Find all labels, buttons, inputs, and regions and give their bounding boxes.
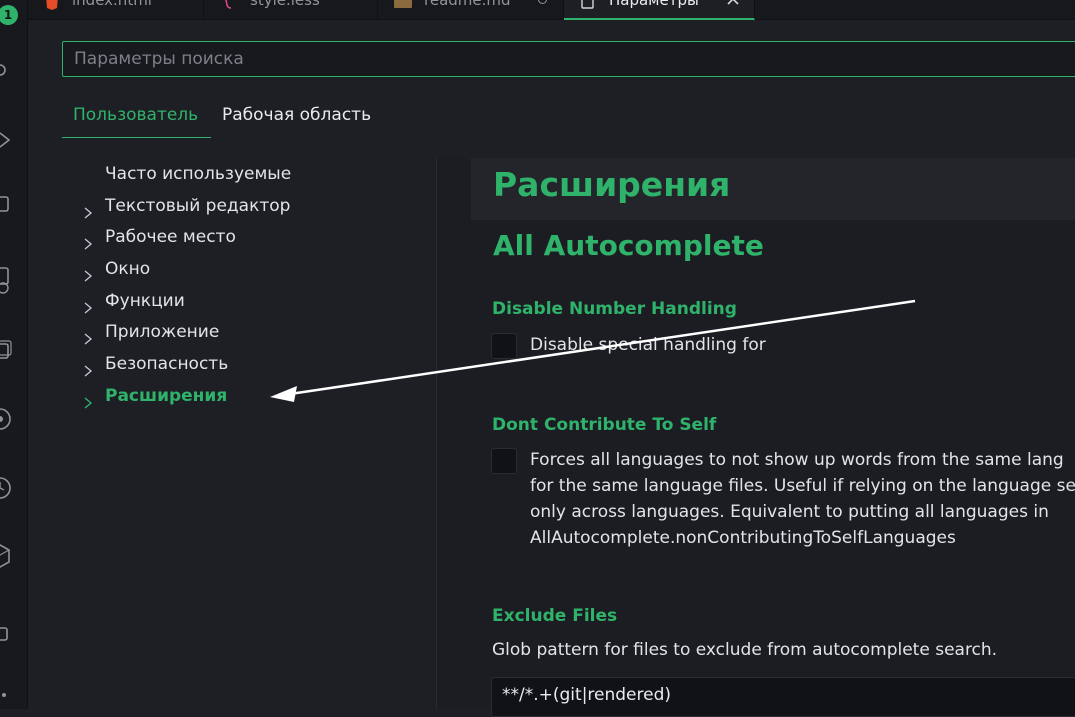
toc-item-security[interactable]: Безопасность xyxy=(80,350,410,378)
setting-title-exclude-files: Exclude Files xyxy=(492,606,618,626)
exclude-files-field xyxy=(491,677,1075,717)
setting-title-dont-contribute-to-self: Dont Contribute To Self xyxy=(492,415,717,435)
setting-description: Forces all languages to not show up word… xyxy=(530,450,1075,548)
editor-tab-bar: index.html style.less readme.md Параметр… xyxy=(28,0,1075,20)
search-settings-box xyxy=(62,41,1075,77)
close-icon[interactable] xyxy=(726,0,740,12)
chevron-right-icon xyxy=(83,390,93,409)
markdown-file-icon xyxy=(394,0,412,10)
toc-item-label: Безопасность xyxy=(105,354,229,374)
toc-item-label: Окно xyxy=(105,259,151,279)
timeline-icon[interactable] xyxy=(0,474,12,499)
dont-contribute-to-self-checkbox[interactable] xyxy=(491,448,517,474)
more-dot-icon[interactable] xyxy=(0,685,12,705)
toc-item-text-editor[interactable]: Текстовый редактор xyxy=(80,192,410,220)
activity-bar: 1 xyxy=(0,0,28,709)
tab-readme-md[interactable]: readme.md xyxy=(378,0,564,20)
chevron-right-icon xyxy=(83,358,93,377)
remote-explorer-icon[interactable] xyxy=(0,266,12,294)
tab-user[interactable]: Пользователь xyxy=(62,100,211,138)
package-icon[interactable] xyxy=(0,542,12,568)
settings-file-icon xyxy=(581,0,595,10)
toc-item-label: Функции xyxy=(105,291,185,311)
toc-item-workbench[interactable]: Рабочее место xyxy=(80,223,410,251)
chevron-right-icon xyxy=(83,295,93,314)
run-debug-icon[interactable] xyxy=(0,130,12,150)
less-file-icon xyxy=(220,0,234,10)
chevron-right-icon xyxy=(83,200,93,219)
chevron-right-icon xyxy=(83,231,93,250)
extensions-icon[interactable] xyxy=(0,195,12,215)
chevron-right-icon xyxy=(83,326,93,345)
accounts-icon[interactable] xyxy=(0,405,12,430)
toc-item-label: Текстовый редактор xyxy=(105,196,291,216)
tab-settings[interactable]: Параметры xyxy=(564,0,755,20)
chevron-right-icon xyxy=(83,263,93,282)
html-file-icon xyxy=(45,0,59,10)
setting-title-disable-number-handling: Disable Number Handling xyxy=(492,299,737,319)
toc-item-commonly-used[interactable]: Часто используемые xyxy=(80,160,410,188)
toc-item-extensions[interactable]: Расширения xyxy=(80,382,410,410)
terminal-icon[interactable] xyxy=(0,624,12,644)
disable-number-handling-checkbox[interactable] xyxy=(491,333,517,359)
section-title: Расширения xyxy=(493,165,731,204)
source-control-icon[interactable] xyxy=(0,60,12,80)
toc-item-application[interactable]: Приложение xyxy=(80,318,410,346)
tab-workspace[interactable]: Рабочая область xyxy=(222,100,371,138)
toc-item-label: Расширения xyxy=(105,386,228,406)
toc-item-label: Приложение xyxy=(105,322,220,342)
search-input[interactable] xyxy=(63,42,1075,76)
exclude-files-input[interactable] xyxy=(492,678,1075,716)
toc-item-window[interactable]: Окно xyxy=(80,255,410,283)
copy-icon[interactable] xyxy=(0,340,12,360)
tab-style-less[interactable]: style.less xyxy=(204,0,378,20)
extension-title: All Autocomplete xyxy=(493,229,764,262)
tab-index-html[interactable]: index.html xyxy=(28,0,204,20)
notification-badge: 1 xyxy=(0,5,18,25)
toc-item-label: Часто используемые xyxy=(105,164,292,184)
setting-description: Disable special handling for xyxy=(530,335,766,355)
setting-description: Glob pattern for files to exclude from a… xyxy=(492,640,998,660)
unsaved-dot-icon xyxy=(538,0,547,4)
toc-item-features[interactable]: Функции xyxy=(80,287,410,315)
toc-item-label: Рабочее место xyxy=(105,227,236,247)
